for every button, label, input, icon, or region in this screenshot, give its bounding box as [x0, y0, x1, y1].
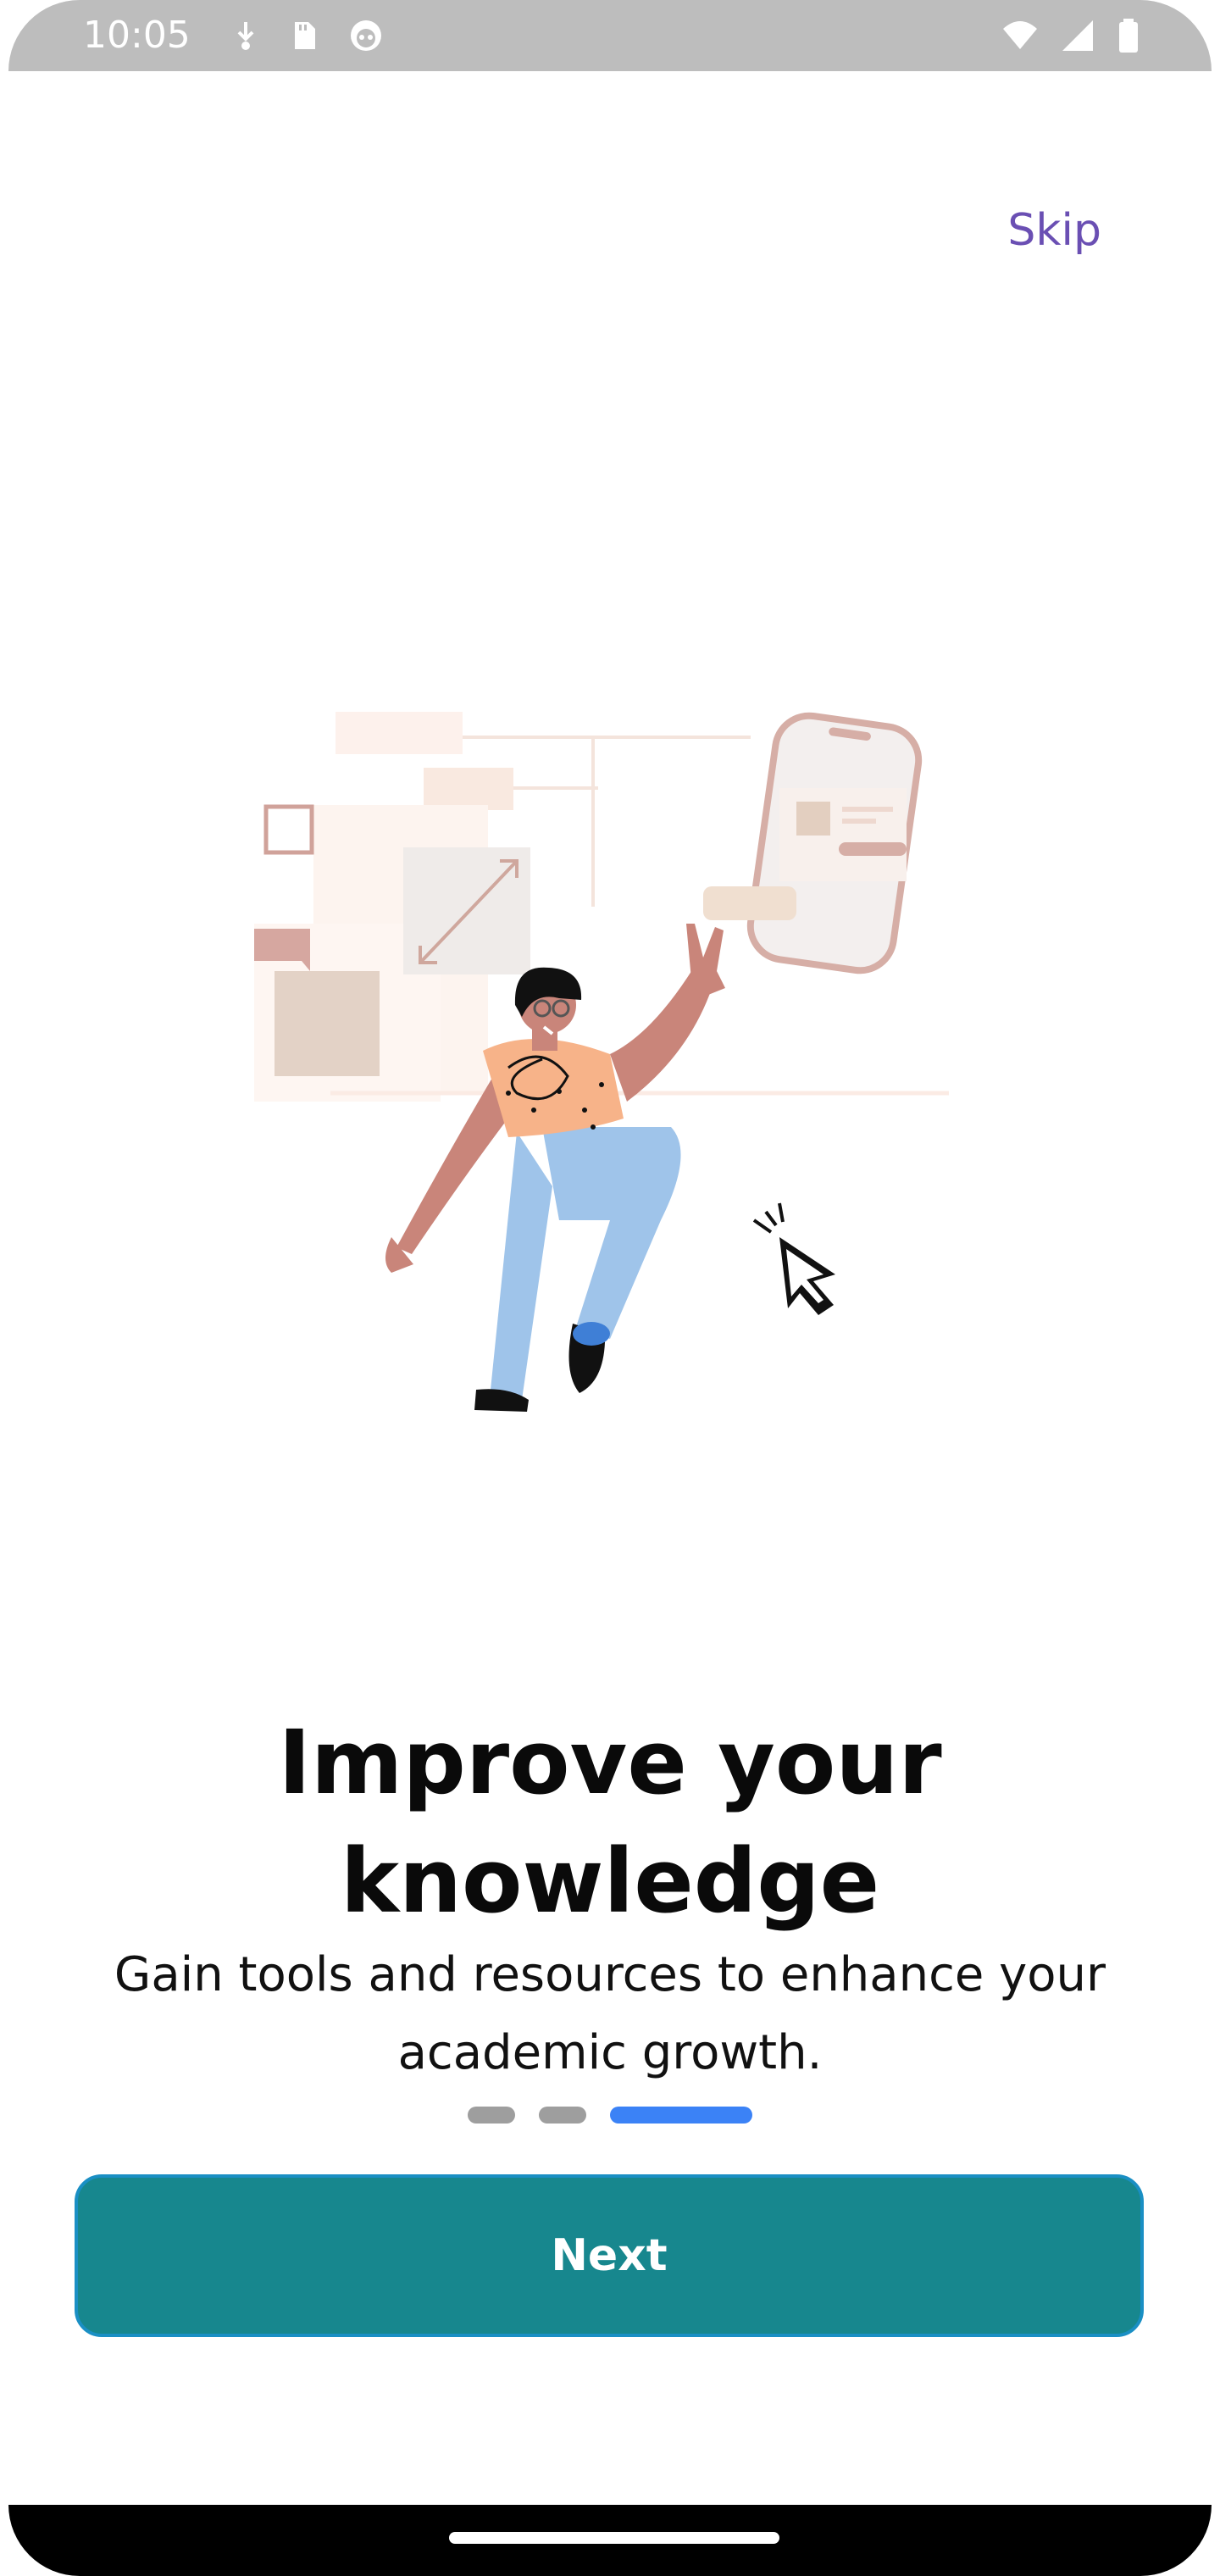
page-dot-3	[610, 2107, 752, 2124]
page-indicator	[0, 2107, 1220, 2124]
next-button-label: Next	[551, 2230, 668, 2281]
next-button[interactable]: Next	[75, 2174, 1144, 2337]
navigation-bar	[8, 2505, 1212, 2576]
download-icon	[237, 22, 254, 50]
home-handle[interactable]	[449, 2532, 779, 2544]
skip-button[interactable]: Skip	[1007, 203, 1101, 258]
status-time: 10:05	[83, 14, 191, 57]
subtitle-line-1: Gain tools and resources to enhance your	[114, 1947, 1106, 2002]
page-dot-2	[539, 2107, 586, 2124]
cellular-signal-icon	[1062, 20, 1093, 51]
page-subtitle: Gain tools and resources to enhance your…	[68, 1936, 1152, 2092]
robot-icon	[351, 20, 381, 51]
page-title: Improve your knowledge	[0, 1703, 1220, 1940]
sd-card-icon	[295, 22, 315, 49]
battery-icon	[1119, 19, 1138, 53]
person-with-phone-and-cursor-illustration	[254, 712, 949, 1412]
subtitle-line-2: academic growth.	[397, 2025, 823, 2080]
title-line-2: knowledge	[340, 1829, 880, 1933]
title-line-1: Improve your	[278, 1711, 942, 1814]
page-dot-1	[468, 2107, 515, 2124]
wifi-icon	[1003, 21, 1037, 49]
status-bar: 10:05	[8, 0, 1212, 71]
